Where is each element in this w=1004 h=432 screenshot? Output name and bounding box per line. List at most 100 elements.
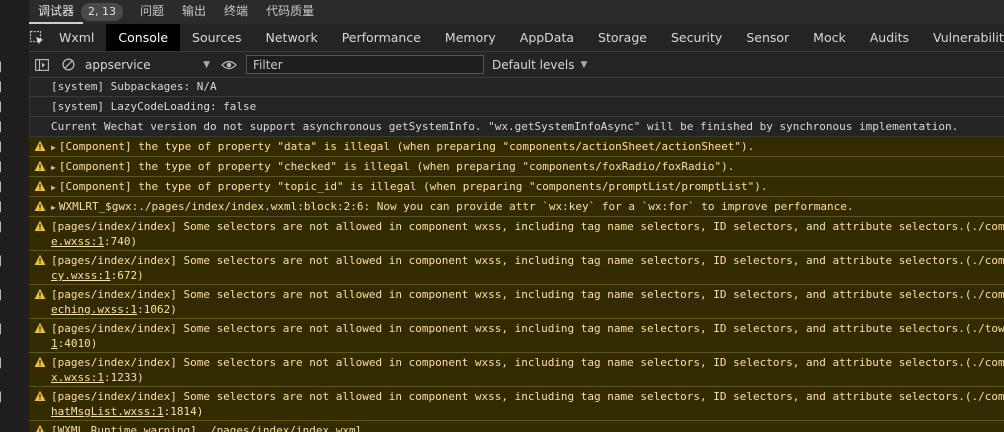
devtools-panel-tabs: Wxml Console Sources Network Performance… [29, 24, 1004, 52]
log-text: [Component] the type of property "data" … [58, 140, 755, 153]
tab-problems[interactable]: 问题 [131, 0, 173, 24]
warning-row[interactable]: ▶ [Component] the type of property "check… [29, 157, 1004, 177]
log-row: [system] LazyCodeLoading: false [29, 97, 1004, 117]
console-messages: [system] Subpackages: N/A [system] LazyC… [29, 77, 1004, 432]
warning-row: [pages/index/index] Some selectors are n… [29, 285, 1004, 319]
inspect-element-icon[interactable] [29, 24, 45, 51]
warning-icon [34, 288, 46, 299]
tab-audits[interactable]: Audits [858, 24, 921, 51]
expand-triangle-icon[interactable]: ▶ [51, 203, 56, 212]
warning-icon [34, 356, 46, 367]
log-text: [pages/index/index] Some selectors are n… [51, 254, 1004, 267]
warning-row: [pages/index/index] Some selectors are n… [29, 319, 1004, 353]
left-gutter: ▏ ▏ ▏ ▏ ▏ ▏ ▏ ▏ ▏ ▏ ▏ ▏ ▏ ▏ [0, 0, 30, 432]
warning-row: [pages/index/index] Some selectors are n… [29, 353, 1004, 387]
tab-storage[interactable]: Storage [586, 24, 659, 51]
log-row: Current Wechat version do not support as… [29, 117, 1004, 137]
log-text: [WXML Runtime warning] ./pages/index/ind… [51, 424, 363, 432]
log-text-tail: :672) [110, 269, 144, 282]
gutter-marker: ▏ [0, 103, 7, 113]
warning-row: [WXML Runtime warning] ./pages/index/ind… [29, 421, 1004, 432]
log-text-tail: :1814) [163, 405, 204, 418]
log-text: [pages/index/index] Some selectors are n… [51, 322, 1004, 335]
warning-row[interactable]: ▶ WXMLRT_$gwx:./pages/index/index.wxml:bl… [29, 197, 1004, 217]
tab-sources[interactable]: Sources [180, 24, 253, 51]
gutter-marker: ▏ [0, 291, 7, 301]
log-text-tail: :1233) [103, 371, 144, 384]
gutter-marker: ▏ [0, 83, 7, 93]
tab-mock[interactable]: Mock [801, 24, 858, 51]
gutter-marker: ▏ [0, 163, 7, 173]
expand-triangle-icon[interactable]: ▶ [51, 143, 56, 152]
warning-row: [pages/index/index] Some selectors are n… [29, 251, 1004, 285]
context-selector[interactable]: appservice ▼ [81, 58, 216, 72]
tab-terminal[interactable]: 终端 [215, 0, 257, 24]
tab-appdata[interactable]: AppData [508, 24, 586, 51]
tab-debugger[interactable]: 调试器 [29, 0, 84, 24]
tab-wxml[interactable]: Wxml [47, 24, 106, 51]
tab-memory[interactable]: Memory [433, 24, 508, 51]
tab-code-quality[interactable]: 代码质量 [257, 0, 323, 24]
warning-icon [34, 200, 46, 211]
expand-triangle-icon[interactable]: ▶ [51, 163, 56, 172]
context-label: appservice [85, 57, 151, 72]
debugger-count-badge: 2, 13 [81, 3, 124, 21]
chevron-down-icon: ▼ [580, 59, 588, 70]
source-link[interactable]: 1 [51, 337, 58, 350]
gutter-marker: ▏ [0, 359, 7, 369]
log-text: [Component] the type of property "topic_… [58, 180, 768, 193]
devtools-window: ▏ ▏ ▏ ▏ ▏ ▏ ▏ ▏ ▏ ▏ ▏ ▏ ▏ ▏ 调试器 2, 13 问题 输出 终端 代码质量 W… [0, 0, 1004, 432]
log-text: [system] Subpackages: N/A [51, 80, 217, 93]
gutter-marker: ▏ [0, 325, 7, 335]
warning-icon [36, 424, 44, 432]
expand-triangle-icon[interactable]: ▶ [51, 183, 56, 192]
source-link[interactable]: x.wxss:1 [51, 371, 104, 384]
log-text: [system] LazyCodeLoading: false [51, 100, 257, 113]
log-text: Current Wechat version do not support as… [51, 120, 959, 133]
log-levels-label: Default levels [492, 57, 575, 72]
warning-row[interactable]: ▶ [Component] the type of property "topic… [29, 177, 1004, 197]
eye-icon[interactable] [216, 52, 242, 77]
sidebar-toggle-icon[interactable] [29, 52, 55, 77]
chevron-down-icon: ▼ [203, 59, 210, 70]
tab-performance[interactable]: Performance [330, 24, 433, 51]
gutter-marker: ▏ [0, 393, 7, 403]
warning-icon [34, 180, 46, 191]
gutter-marker: ▏ [0, 123, 7, 133]
warning-icon [34, 160, 46, 171]
source-link[interactable]: eching.wxss:1 [51, 303, 137, 316]
source-link[interactable]: e.wxss:1 [51, 235, 104, 248]
gutter-marker: ▏ [0, 257, 7, 267]
gutter-marker: ▏ [0, 143, 7, 153]
tab-network[interactable]: Network [254, 24, 330, 51]
warning-icon [34, 390, 46, 401]
clear-console-icon[interactable] [55, 52, 81, 77]
gutter-marker: ▏ [0, 63, 7, 73]
log-text: [pages/index/index] Some selectors are n… [51, 390, 1004, 403]
log-text-tail: :740) [103, 235, 138, 248]
warning-row: [pages/index/index] Some selectors are n… [29, 217, 1004, 251]
log-text-tail: :1062) [137, 303, 177, 316]
log-text: [pages/index/index] Some selectors are n… [51, 356, 1004, 369]
log-text: [pages/index/index] Some selectors are n… [51, 220, 1004, 233]
log-text: WXMLRT_$gwx:./pages/index/index.wxml:blo… [58, 200, 854, 213]
tab-sensor[interactable]: Sensor [734, 24, 801, 51]
console-toolbar: appservice ▼ Default levels ▼ [29, 52, 1004, 78]
log-levels-dropdown[interactable]: Default levels ▼ [492, 58, 587, 72]
gutter-marker: ▏ [0, 183, 7, 193]
log-text-tail: :4010) [57, 337, 98, 350]
tab-console[interactable]: Console [106, 24, 181, 51]
filter-input[interactable] [246, 55, 484, 74]
tab-security[interactable]: Security [659, 24, 734, 51]
source-link[interactable]: cy.wxss:1 [51, 269, 111, 282]
tab-output[interactable]: 输出 [173, 0, 215, 24]
tab-vulnerability[interactable]: Vulnerability [921, 24, 1004, 51]
warning-icon [34, 322, 46, 333]
log-text: [pages/index/index] Some selectors are n… [51, 288, 1004, 301]
warning-icon [34, 254, 46, 265]
log-row: [system] Subpackages: N/A [29, 77, 1004, 97]
warning-row[interactable]: ▶ [Component] the type of property "data"… [29, 137, 1004, 157]
log-text: [Component] the type of property "checke… [58, 160, 735, 173]
source-link[interactable]: hatMsgList.wxss:1 [51, 405, 164, 418]
warning-icon [34, 220, 46, 231]
